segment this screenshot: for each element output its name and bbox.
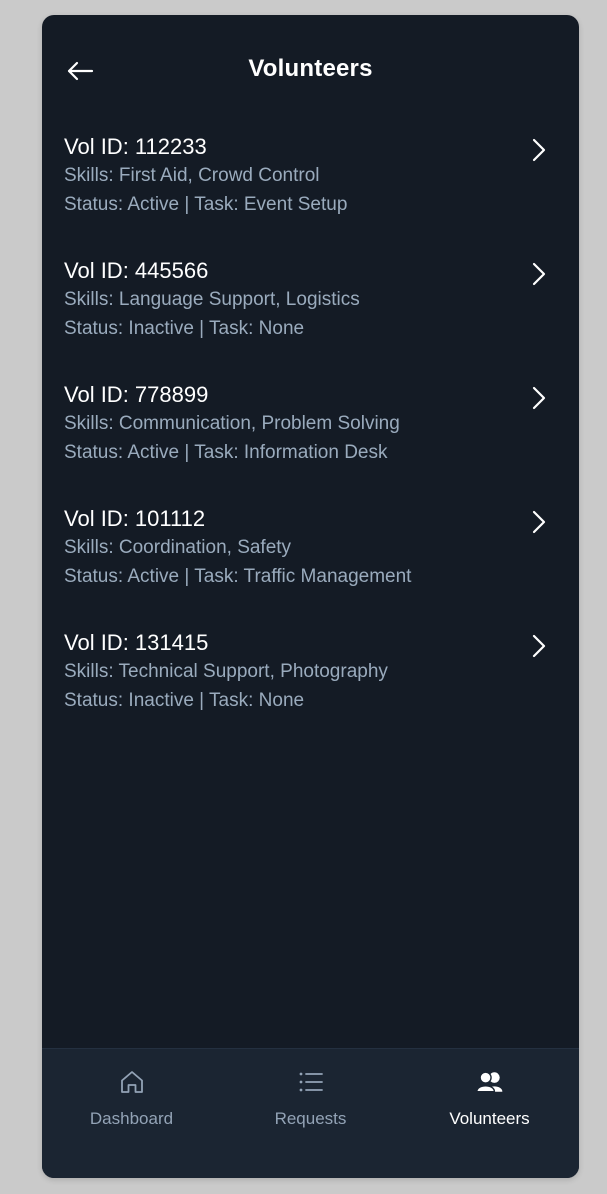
volunteer-status: Status: Inactive | Task: None bbox=[64, 690, 305, 711]
volunteer-skills: Skills: Technical Support, Photography bbox=[64, 661, 388, 682]
nav-item-requests[interactable]: Requests bbox=[221, 1049, 400, 1178]
nav-label: Volunteers bbox=[449, 1109, 530, 1128]
bottom-navigation: Dashboard Requests Volunteers bbox=[42, 1048, 579, 1178]
volunteer-id: Vol ID: 445566 bbox=[64, 258, 209, 283]
nav-label: Dashboard bbox=[89, 1109, 174, 1128]
volunteer-list-item[interactable]: Vol ID: 101112 Skills: Coordination, Saf… bbox=[42, 505, 579, 629]
chevron-right-icon bbox=[527, 261, 551, 287]
list-icon bbox=[296, 1067, 326, 1097]
volunteer-id: Vol ID: 131415 bbox=[64, 630, 209, 655]
volunteer-list-item[interactable]: Vol ID: 131415 Skills: Technical Support… bbox=[42, 629, 579, 753]
volunteer-list-item[interactable]: Vol ID: 112233 Skills: First Aid, Crowd … bbox=[42, 133, 579, 257]
volunteer-status: Status: Active | Task: Traffic Managemen… bbox=[64, 566, 412, 587]
nav-item-volunteers[interactable]: Volunteers bbox=[400, 1049, 579, 1178]
volunteer-id: Vol ID: 112233 bbox=[64, 134, 207, 159]
page-title: Volunteers bbox=[248, 55, 373, 82]
header: Volunteers bbox=[42, 15, 579, 125]
chevron-right-icon bbox=[527, 385, 551, 411]
nav-label: Requests bbox=[274, 1109, 347, 1128]
chevron-right-icon bbox=[527, 137, 551, 163]
volunteer-status: Status: Active | Task: Event Setup bbox=[64, 194, 348, 215]
volunteer-skills: Skills: First Aid, Crowd Control bbox=[64, 165, 320, 186]
volunteer-skills: Skills: Communication, Problem Solving bbox=[64, 413, 400, 434]
nav-item-dashboard[interactable]: Dashboard bbox=[42, 1049, 221, 1178]
app-screen: Volunteers Vol ID: 112233 Skills: First … bbox=[42, 15, 579, 1178]
users-icon bbox=[475, 1067, 505, 1097]
volunteer-id: Vol ID: 778899 bbox=[64, 382, 209, 407]
volunteer-skills: Skills: Coordination, Safety bbox=[64, 537, 292, 558]
chevron-right-icon bbox=[527, 509, 551, 535]
volunteer-status: Status: Active | Task: Information Desk bbox=[64, 442, 388, 463]
volunteer-id: Vol ID: 101112 bbox=[64, 506, 206, 531]
volunteer-list-item[interactable]: Vol ID: 445566 Skills: Language Support,… bbox=[42, 257, 579, 381]
volunteer-skills: Skills: Language Support, Logistics bbox=[64, 289, 360, 310]
volunteer-list: Vol ID: 112233 Skills: First Aid, Crowd … bbox=[42, 133, 579, 753]
volunteer-status: Status: Inactive | Task: None bbox=[64, 318, 305, 339]
chevron-right-icon bbox=[527, 633, 551, 659]
home-icon bbox=[117, 1067, 147, 1097]
volunteer-list-item[interactable]: Vol ID: 778899 Skills: Communication, Pr… bbox=[42, 381, 579, 505]
